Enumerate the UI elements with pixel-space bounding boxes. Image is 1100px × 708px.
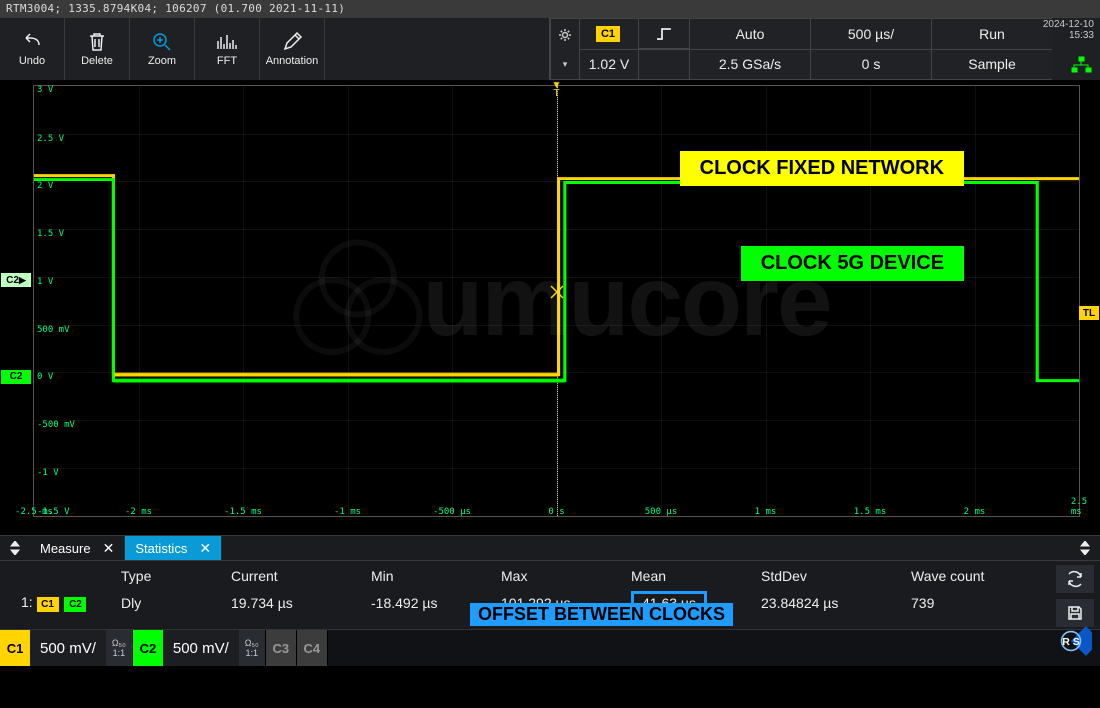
date-value: 2024-12-10: [1043, 19, 1094, 30]
datetime: 2024-12-10 15:33: [1041, 17, 1096, 43]
row-source-c1: C1: [37, 597, 59, 612]
time-value: 15:33: [1043, 30, 1094, 41]
annotation-offset[interactable]: OFFSET BETWEEN CLOCKS: [470, 603, 733, 626]
edge-icon: [655, 27, 673, 41]
channel-c1-scale: 500 mV/: [30, 630, 106, 666]
trigger-level-value: 1.02 V: [589, 56, 629, 72]
run-state-value: Run: [979, 26, 1005, 42]
toolbar: Undo Delete Zoom FFT Annotation: [0, 18, 325, 80]
tab-measure[interactable]: Measure ✕: [30, 536, 125, 560]
th-wave: Wave count: [910, 567, 1040, 590]
tab-statistics[interactable]: Statistics ✕: [125, 536, 222, 560]
channel-c2-scale: 500 mV/: [163, 630, 239, 666]
sample-rate-cell[interactable]: 2.5 GSa/s: [690, 50, 810, 80]
trigger-level-cell[interactable]: 1.02 V: [580, 50, 638, 80]
expand-handle-left[interactable]: [0, 536, 30, 560]
trigger-mode-cell[interactable]: Auto: [690, 19, 810, 50]
svg-text:R S: R S: [1062, 636, 1080, 648]
title-bar: RTM3004; 1335.8794K04; 106207 (01.700 20…: [0, 0, 1100, 18]
trigger-mode-value: Auto: [736, 26, 765, 42]
settings-button[interactable]: ▾: [550, 19, 579, 79]
channel-c2-chip[interactable]: C2 500 mV/ Ω₅₀ 1:1: [133, 630, 266, 666]
acq-mode-cell[interactable]: Sample: [932, 50, 1052, 80]
expand-handle-right[interactable]: [1070, 536, 1100, 560]
waveform-area[interactable]: 3 V 2.5 V 2 V 1.5 V 1 V 500 mV 0 V -500 …: [0, 80, 1100, 535]
channel-c2-label: C2: [133, 630, 163, 666]
run-state-cell[interactable]: Run: [932, 19, 1052, 50]
th-min: Min: [370, 567, 500, 590]
channel-c3-label: C3: [266, 630, 296, 666]
channel-c2-meta: Ω₅₀ 1:1: [239, 630, 265, 666]
brand-logo-icon: R S: [1050, 620, 1092, 662]
close-icon[interactable]: ✕: [199, 540, 211, 557]
channel-bar: C1 500 mV/ Ω₅₀ 1:1 C2 500 mV/ Ω₅₀ 1:1 C3…: [0, 630, 1100, 666]
trigger-source-cell[interactable]: C1: [580, 19, 638, 50]
zoom-icon: [151, 31, 173, 53]
zoom-label: Zoom: [148, 55, 176, 67]
acq-mode-value: Sample: [968, 56, 1015, 72]
table-header-row: Type Current Min Max Mean StdDev Wave co…: [20, 567, 1040, 590]
th-current: Current: [230, 567, 370, 590]
updown-icon: [1079, 541, 1091, 555]
refresh-button[interactable]: [1056, 565, 1094, 593]
timebase-cell[interactable]: 500 µs/: [811, 19, 931, 50]
row-source-c2: C2: [64, 597, 86, 612]
th-type: Type: [120, 567, 230, 590]
chevron-down-icon: ▾: [563, 59, 568, 70]
channel-marker-c2-top[interactable]: C2▶: [1, 273, 31, 287]
channel-c4-label: C4: [297, 630, 327, 666]
delay-value: 0 s: [862, 56, 881, 72]
delay-cell[interactable]: 0 s: [811, 50, 931, 80]
gear-icon: [558, 28, 572, 42]
zoom-button[interactable]: Zoom: [130, 18, 195, 80]
row-index: 1:: [21, 594, 33, 610]
annotation-clock-fixed[interactable]: CLOCK FIXED NETWORK: [680, 151, 964, 186]
delete-button[interactable]: Delete: [65, 18, 130, 80]
network-status-icon[interactable]: [1066, 54, 1096, 76]
th-stddev: StdDev: [760, 567, 910, 590]
channel-c3-chip[interactable]: C3: [266, 630, 297, 666]
th-mean: Mean: [630, 567, 760, 590]
th-max: Max: [500, 567, 630, 590]
refresh-icon: [1065, 570, 1085, 588]
fft-icon: [215, 31, 239, 53]
cell-type: Dly: [120, 590, 230, 616]
cell-current: 19.734 µs: [230, 590, 370, 616]
undo-label: Undo: [19, 55, 45, 67]
trash-icon: [86, 31, 108, 53]
fft-button[interactable]: FFT: [195, 18, 260, 80]
annotation-button[interactable]: Annotation: [260, 18, 325, 80]
statistics-panel: Type Current Min Max Mean StdDev Wave co…: [0, 561, 1100, 630]
fft-label: FFT: [217, 55, 237, 67]
channel-c1-label: C1: [0, 630, 30, 666]
trigger-source-badge: C1: [596, 26, 620, 42]
annotation-label: Annotation: [266, 55, 319, 67]
channel-c4-chip[interactable]: C4: [297, 630, 328, 666]
timebase-value: 500 µs/: [848, 26, 894, 42]
delete-label: Delete: [81, 55, 113, 67]
close-icon[interactable]: ✕: [103, 540, 115, 557]
tab-measure-label: Measure: [40, 541, 91, 556]
pencil-icon: [281, 31, 303, 53]
undo-icon: [20, 31, 44, 53]
sample-rate-value: 2.5 GSa/s: [719, 56, 781, 72]
top-toolbar-zone: Undo Delete Zoom FFT Annotation ▾ C1 1.0…: [0, 18, 1100, 80]
channel-c1-meta: Ω₅₀ 1:1: [106, 630, 132, 666]
updown-icon: [9, 541, 21, 555]
channel-c1-chip[interactable]: C1 500 mV/ Ω₅₀ 1:1: [0, 630, 133, 666]
panel-tabstrip: Measure ✕ Statistics ✕: [0, 535, 1100, 561]
trigger-level-marker[interactable]: TL: [1079, 306, 1099, 320]
waveform-grid: 3 V 2.5 V 2 V 1.5 V 1 V 500 mV 0 V -500 …: [33, 85, 1080, 517]
undo-button[interactable]: Undo: [0, 18, 65, 80]
cell-wave: 739: [910, 590, 1040, 616]
tab-statistics-label: Statistics: [135, 541, 187, 556]
channel-marker-c2-bottom[interactable]: C2: [1, 370, 31, 384]
cell-stddev: 23.84824 µs: [760, 590, 910, 616]
annotation-clock-5g[interactable]: CLOCK 5G DEVICE: [741, 246, 964, 281]
trigger-edge-cell[interactable]: [639, 19, 689, 49]
